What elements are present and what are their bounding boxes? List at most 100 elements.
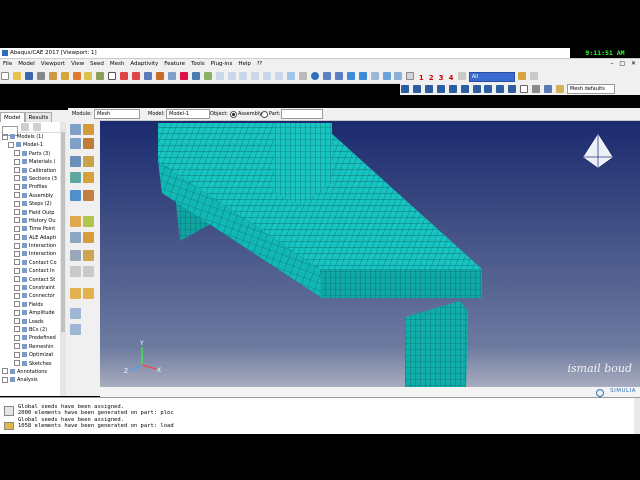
right-view-icon[interactable] [275, 72, 284, 80]
tree-expand-box-icon[interactable] [14, 175, 20, 182]
tree-expand-box-icon[interactable] [14, 200, 20, 207]
tree-expand-box-icon[interactable] [14, 217, 20, 224]
render-wire-icon[interactable] [322, 72, 331, 80]
iso-view-icon[interactable] [287, 72, 296, 80]
tree-item[interactable]: Contact In [0, 267, 60, 275]
tree-expand-box-icon[interactable] [14, 267, 20, 274]
edge-seed-icon[interactable] [96, 72, 105, 80]
tree-item[interactable]: Contact Co [0, 259, 60, 267]
mesh-defaults-select[interactable]: Mesh defaults [566, 84, 615, 94]
tree-expand-box-icon[interactable] [2, 133, 8, 140]
display-group-icon[interactable] [457, 72, 466, 80]
tree-item[interactable]: Connector [0, 292, 60, 300]
tree-expand-box-icon[interactable] [14, 234, 20, 241]
layer-9-icon[interactable] [496, 85, 505, 93]
menu-viewport[interactable]: Viewport [38, 59, 68, 69]
menu-file[interactable]: File [0, 59, 15, 69]
menu-plugins[interactable]: Plug-ins [208, 59, 236, 69]
redo-icon[interactable] [132, 72, 141, 80]
text-annotation-icon[interactable] [520, 85, 529, 93]
layer-8-icon[interactable] [484, 85, 493, 93]
tree-item[interactable]: Materials ( [0, 158, 60, 166]
view-cut-icon[interactable] [370, 72, 379, 80]
info-icon[interactable] [310, 72, 319, 80]
tree-item[interactable]: Sections (3 [0, 175, 60, 183]
query-mesh-icon[interactable] [70, 308, 81, 319]
menu-tools[interactable]: Tools [188, 59, 208, 69]
assembly-radio[interactable] [230, 111, 237, 118]
tree-expand-box-icon[interactable] [2, 376, 8, 383]
layer-7-icon[interactable] [472, 85, 481, 93]
layer-6-icon[interactable] [460, 85, 469, 93]
tree-item[interactable]: Remeshin [0, 343, 60, 351]
pan-icon[interactable] [144, 72, 153, 80]
tree-item[interactable]: Steps (2) [0, 200, 60, 208]
top-view-icon[interactable] [239, 72, 248, 80]
menu-help[interactable]: Help [235, 59, 254, 69]
tree-expand-box-icon[interactable] [14, 192, 20, 199]
undo-icon[interactable] [120, 72, 129, 80]
box-zoom-icon[interactable] [179, 72, 188, 80]
display-group-select[interactable]: All [468, 72, 515, 82]
tree-expand-box-icon[interactable] [14, 326, 20, 333]
datum-axis-icon[interactable] [83, 266, 94, 277]
tree-item[interactable]: Interaction [0, 250, 60, 258]
tree-item[interactable]: Annotations [0, 368, 60, 376]
verify-mesh-icon[interactable] [70, 190, 81, 201]
tree-expand-box-icon[interactable] [14, 242, 20, 249]
module-select[interactable]: Mesh [94, 109, 140, 119]
tree-expand-box-icon[interactable] [8, 141, 14, 148]
seed-icon[interactable] [84, 72, 93, 80]
tree-expand-box-icon[interactable] [14, 334, 20, 341]
tree-expand-icon[interactable] [32, 123, 41, 131]
left-view-icon[interactable] [263, 72, 272, 80]
select-arrow-icon[interactable] [48, 72, 57, 80]
view-manip-icon[interactable] [544, 85, 553, 93]
query-tool-icon[interactable] [555, 85, 564, 93]
tree-item[interactable]: Loads [0, 318, 60, 326]
tree-item[interactable]: Fields [0, 301, 60, 309]
front-view-icon[interactable] [215, 72, 224, 80]
mesh-instance-icon[interactable] [70, 172, 81, 183]
tree-filter-icon[interactable] [20, 123, 29, 131]
menu-model[interactable]: Model [15, 59, 38, 69]
tree-item[interactable]: Predefined [0, 334, 60, 342]
layer-1-icon[interactable] [401, 85, 409, 93]
partition-cell-icon[interactable] [83, 216, 94, 227]
viewport[interactable]: Y X Z [100, 121, 640, 387]
tree-item[interactable]: Constraint [0, 284, 60, 292]
layer-5-icon[interactable] [448, 85, 457, 93]
cycle-view-icon[interactable] [203, 72, 212, 80]
command-tab-icon[interactable] [4, 422, 14, 430]
delete-mesh-icon[interactable] [83, 190, 94, 201]
tree-expand-box-icon[interactable] [14, 250, 20, 257]
tree-expand-box-icon[interactable] [14, 150, 20, 157]
edit-mesh-icon[interactable] [83, 232, 94, 243]
tree-item[interactable]: Calibration [0, 167, 60, 175]
tree-item[interactable]: History Ou [0, 217, 60, 225]
delete-seed-icon[interactable] [83, 138, 94, 149]
menu-mesh[interactable]: Mesh [107, 59, 127, 69]
mesh-region-icon-2[interactable] [83, 172, 94, 183]
message-tab-icon[interactable] [4, 406, 14, 416]
create-node-icon[interactable] [70, 250, 81, 261]
arrow-annotation-icon[interactable] [532, 85, 541, 93]
tree-expand-box-icon[interactable] [14, 360, 20, 367]
tree-item[interactable]: Models (1) [0, 133, 60, 141]
tree-item[interactable]: Analysis [0, 376, 60, 384]
seed-instance-icon[interactable] [70, 138, 81, 149]
part-select[interactable] [281, 109, 323, 119]
layer-3-icon[interactable] [424, 85, 433, 93]
tree-expand-box-icon[interactable] [14, 158, 20, 165]
save-icon[interactable] [24, 72, 33, 80]
zoom-icon[interactable] [167, 72, 176, 80]
create-element-icon[interactable] [83, 250, 94, 261]
element-type-icon[interactable] [83, 156, 94, 167]
render-filled-icon[interactable] [346, 72, 355, 80]
partition-face-icon[interactable] [70, 216, 81, 227]
mesh-stats-icon[interactable] [70, 324, 81, 335]
back-view-icon[interactable] [227, 72, 236, 80]
assembly-display-icon[interactable] [382, 72, 391, 80]
tree-scroll-thumb[interactable] [61, 132, 65, 332]
menu-adaptivity[interactable]: Adaptivity [127, 59, 161, 69]
